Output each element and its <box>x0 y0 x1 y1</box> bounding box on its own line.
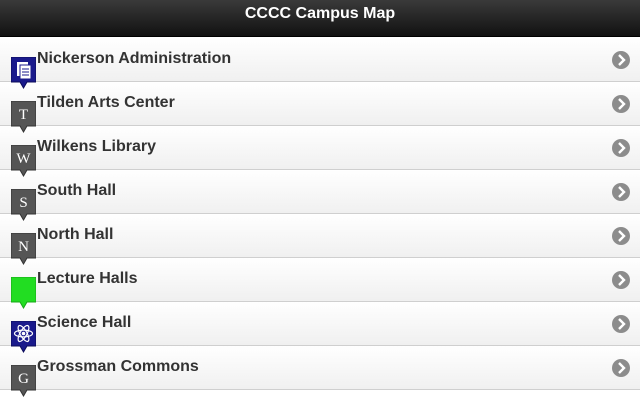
list-item-wilkens-library[interactable]: Wilkens Library W <box>0 126 640 177</box>
map-marker-icon: S <box>11 189 36 221</box>
list-item-south-hall[interactable]: South Hall S <box>0 170 640 221</box>
list-item-nickerson-administration[interactable]: Nickerson Administration <box>0 38 640 89</box>
list-item-label: Science Hall <box>37 314 132 331</box>
chevron-right-icon <box>612 271 630 289</box>
map-marker-icon: W <box>11 145 36 177</box>
chevron-right-icon <box>612 359 630 377</box>
map-marker-icon <box>11 277 36 309</box>
document-icon <box>11 57 36 89</box>
marker-letter: W <box>16 151 31 167</box>
list-item-lecture-halls[interactable]: Lecture Halls <box>0 258 640 309</box>
marker-letter: G <box>18 371 29 387</box>
atom-icon <box>11 321 36 353</box>
marker-letter: S <box>19 195 27 211</box>
list-item-label: Tilden Arts Center <box>37 94 175 111</box>
chevron-right-icon <box>612 139 630 157</box>
map-marker-icon: N <box>11 233 36 265</box>
chevron-right-icon <box>612 51 630 69</box>
list-item-label: Lecture Halls <box>37 270 138 287</box>
list-item-tilden-arts-center[interactable]: Tilden Arts Center T <box>0 82 640 133</box>
marker-letter: N <box>18 239 29 255</box>
list-item-label: Nickerson Administration <box>37 50 232 67</box>
list-item-grossman-commons[interactable]: Grossman Commons G <box>0 346 640 397</box>
list-item-science-hall[interactable]: Science Hall <box>0 302 640 353</box>
list-item-north-hall[interactable]: North Hall N <box>0 214 640 265</box>
map-marker-icon: T <box>11 101 36 133</box>
location-list: Nickerson Administration Tilden Arts Cen… <box>0 38 640 397</box>
map-marker-icon: G <box>11 365 36 397</box>
chevron-right-icon <box>612 227 630 245</box>
chevron-right-icon <box>612 183 630 201</box>
list-item-label: Wilkens Library <box>37 138 157 155</box>
page-title: CCCC Campus Map <box>0 0 640 37</box>
list-item-label: South Hall <box>37 182 117 199</box>
list-item-label: Grossman Commons <box>37 358 199 375</box>
chevron-right-icon <box>612 95 630 113</box>
list-item-label: North Hall <box>37 226 114 243</box>
marker-letter: T <box>19 107 28 123</box>
chevron-right-icon <box>612 315 630 333</box>
header-title: CCCC Campus Map <box>244 5 396 22</box>
